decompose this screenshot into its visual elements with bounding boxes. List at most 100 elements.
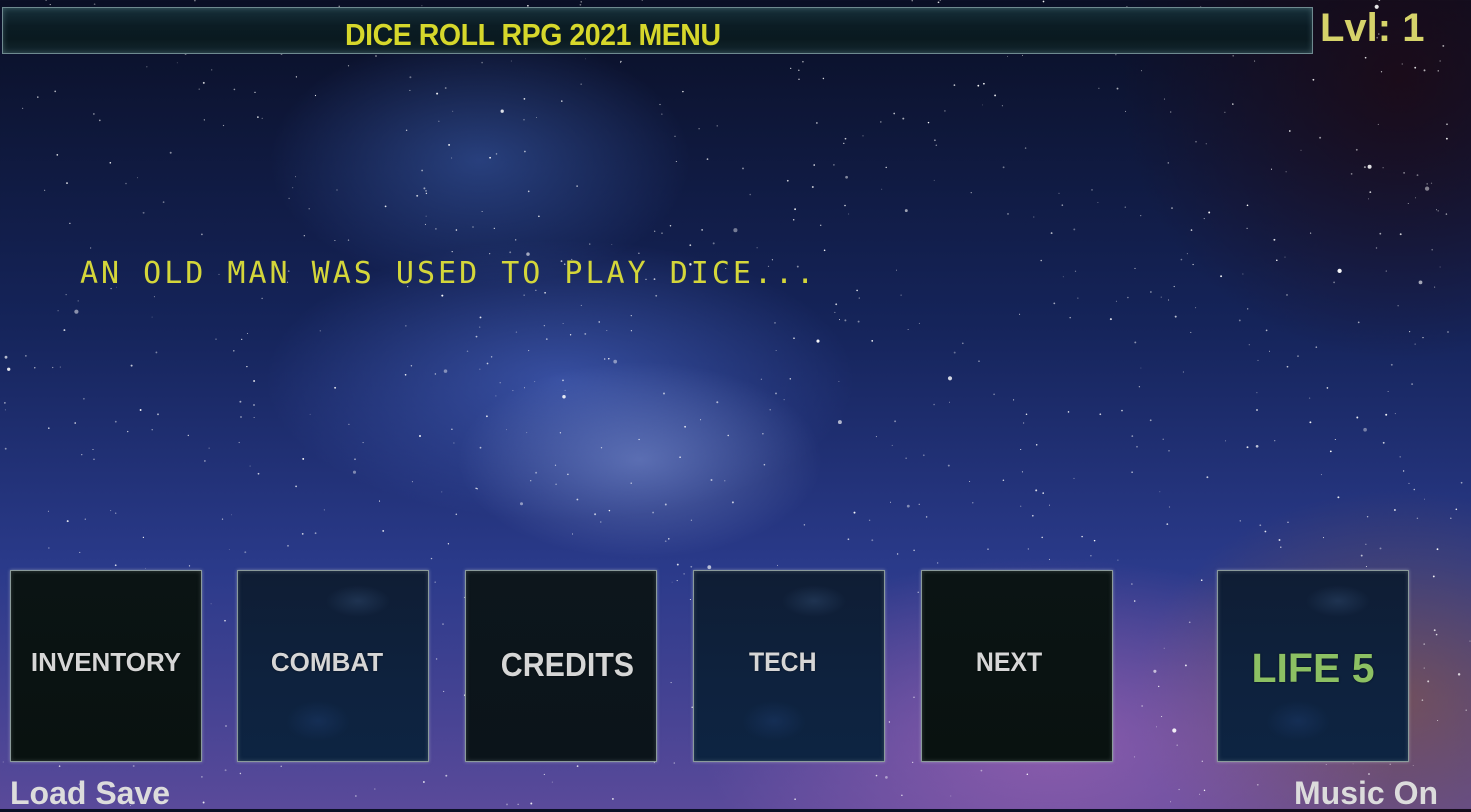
star: [1153, 669, 1157, 673]
star: [1232, 103, 1234, 105]
star: [1442, 44, 1445, 47]
star: [1357, 321, 1360, 324]
star: [1333, 281, 1335, 284]
star: [421, 169, 423, 172]
star: [1024, 147, 1027, 149]
star: [1390, 363, 1393, 366]
star: [466, 350, 469, 352]
star: [1171, 207, 1173, 210]
star: [1062, 276, 1064, 278]
star: [1257, 359, 1259, 361]
star: [1184, 664, 1187, 667]
star: [336, 189, 338, 191]
star: [871, 340, 874, 342]
tech-button[interactable]: TECH: [693, 570, 885, 762]
star: [1224, 111, 1226, 113]
star: [875, 774, 878, 777]
star: [653, 761, 656, 764]
star: [875, 436, 877, 438]
star: [405, 129, 408, 131]
star: [1455, 508, 1458, 511]
star: [701, 229, 703, 231]
star: [918, 503, 920, 505]
star: [451, 250, 453, 253]
star: [1389, 763, 1391, 766]
star: [495, 395, 497, 397]
star: [710, 479, 713, 481]
star: [472, 226, 474, 228]
star: [448, 143, 451, 146]
star: [1116, 87, 1119, 90]
star: [659, 103, 661, 106]
star: [1380, 71, 1383, 73]
star: [1355, 148, 1358, 151]
star: [1445, 213, 1448, 215]
star: [664, 540, 667, 543]
star: [54, 90, 57, 93]
star: [114, 564, 117, 567]
star: [443, 690, 445, 692]
star: [786, 179, 789, 182]
star: [756, 247, 758, 249]
star: [844, 137, 847, 140]
star: [848, 213, 850, 215]
star: [1363, 427, 1367, 432]
inventory-button[interactable]: INVENTORY: [10, 570, 202, 762]
star: [500, 109, 504, 113]
star: [444, 87, 447, 89]
star: [151, 429, 153, 431]
star: [1042, 492, 1044, 494]
star: [980, 769, 983, 772]
star: [479, 368, 481, 370]
star: [918, 322, 920, 324]
star: [641, 0, 643, 1]
star: [334, 386, 337, 389]
star: [1369, 191, 1372, 194]
next-button[interactable]: NEXT: [921, 570, 1113, 762]
star: [451, 428, 453, 431]
star: [1439, 60, 1441, 62]
star: [493, 227, 495, 229]
star: [1020, 448, 1022, 451]
star: [136, 177, 138, 179]
star: [742, 167, 744, 170]
star: [543, 773, 545, 775]
star: [816, 122, 818, 124]
star: [580, 1, 582, 3]
combat-button[interactable]: COMBAT: [237, 570, 429, 762]
star: [1414, 197, 1416, 199]
star: [334, 239, 336, 242]
star: [947, 376, 953, 381]
star: [970, 192, 972, 194]
star: [434, 373, 437, 375]
music-toggle[interactable]: Music On: [1294, 775, 1438, 812]
star: [1427, 680, 1430, 683]
star: [1409, 331, 1411, 333]
star: [608, 509, 611, 512]
star: [438, 120, 440, 122]
star: [382, 529, 385, 532]
star: [775, 350, 777, 351]
star: [856, 289, 858, 292]
combat-label: COMBAT: [270, 646, 384, 677]
star: [1322, 537, 1325, 539]
star: [93, 458, 95, 461]
star: [515, 331, 518, 333]
star: [1437, 70, 1439, 72]
star: [1061, 204, 1064, 206]
star: [638, 252, 640, 254]
load-save-button[interactable]: Load Save: [10, 775, 170, 812]
star: [1397, 305, 1399, 307]
star: [576, 185, 578, 187]
star: [45, 0, 47, 1]
credits-button[interactable]: CREDITS: [465, 570, 657, 762]
star: [712, 242, 715, 245]
star: [303, 235, 305, 237]
star: [257, 116, 259, 118]
star: [1407, 202, 1409, 205]
star: [1035, 489, 1038, 492]
star: [319, 330, 321, 332]
star: [675, 161, 677, 162]
star: [409, 76, 412, 79]
star: [1274, 440, 1276, 442]
